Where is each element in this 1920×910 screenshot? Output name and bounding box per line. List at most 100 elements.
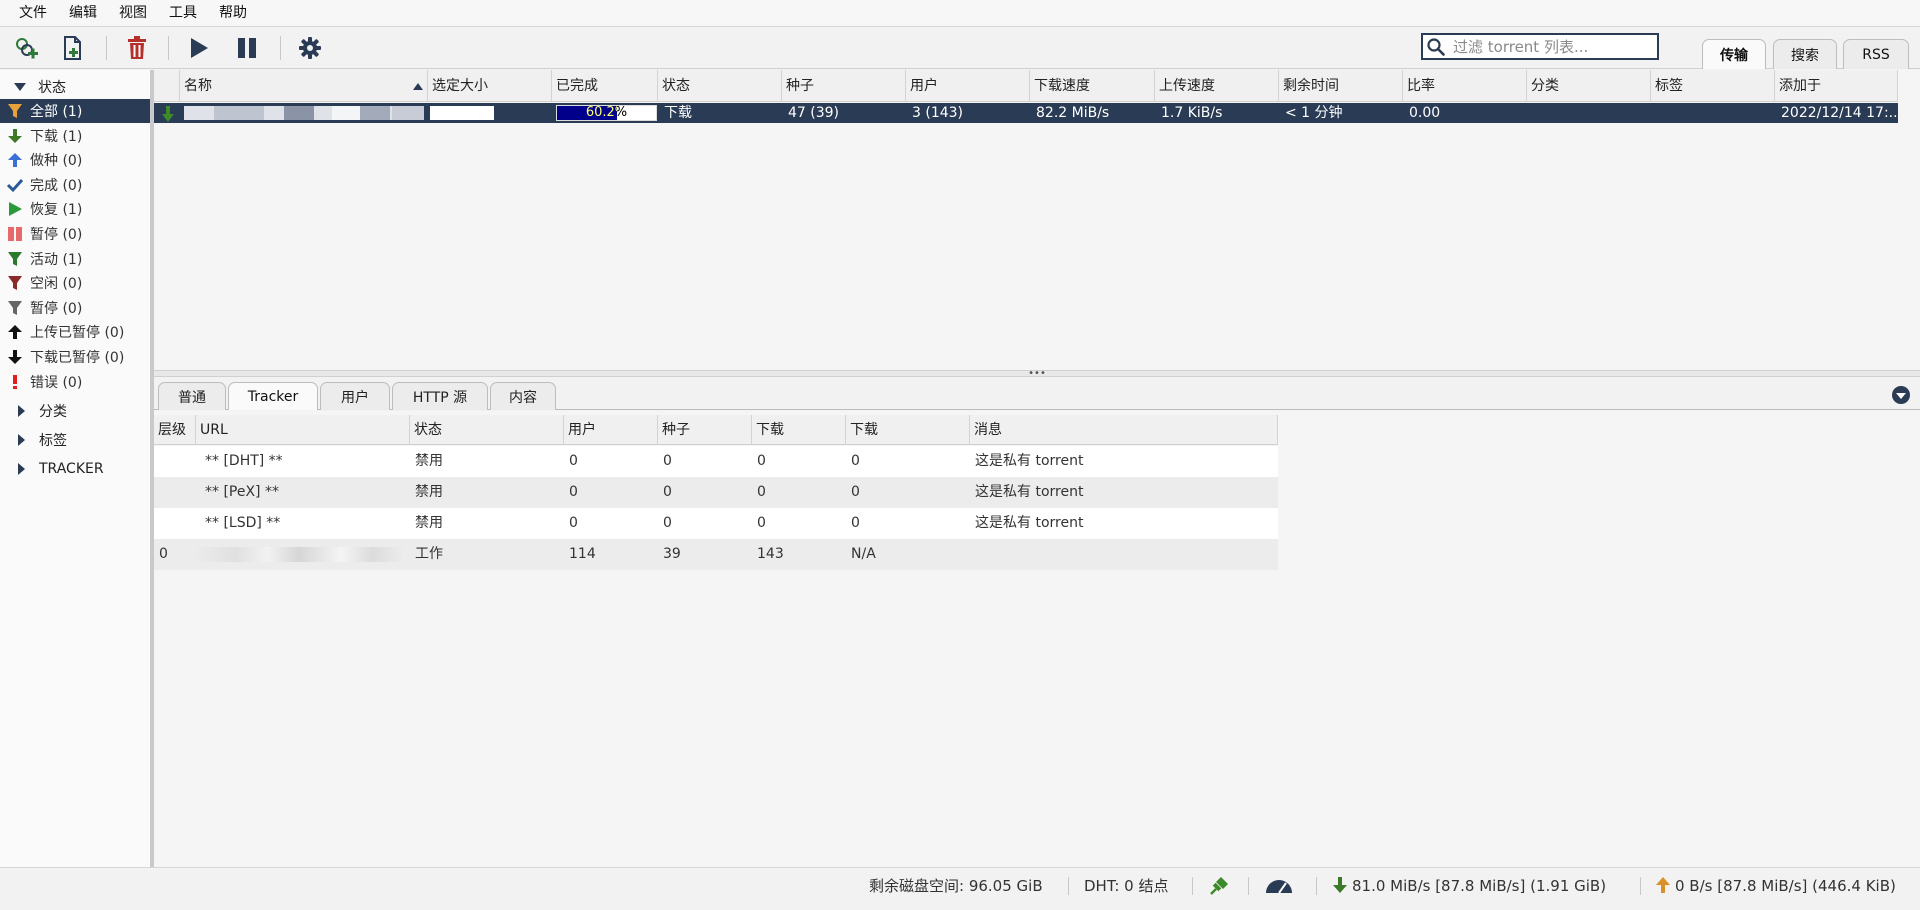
- column-selected-size[interactable]: 选定大小: [428, 70, 552, 102]
- menu-edit[interactable]: 编辑: [58, 0, 108, 27]
- tracker-cell-status: 禁用: [415, 515, 443, 531]
- tracker-cell-downloaded: N/A: [851, 546, 876, 562]
- status-filter-item[interactable]: 空闲 (0): [0, 271, 150, 295]
- connection-status-button[interactable]: [1208, 868, 1230, 904]
- tag-filter-header[interactable]: 标签: [18, 429, 67, 451]
- status-header-label: 状态: [38, 80, 66, 96]
- add-torrent-file-button[interactable]: [58, 33, 88, 63]
- torrent-filter-input[interactable]: [1453, 37, 1653, 56]
- tab-general[interactable]: 普通: [158, 382, 226, 410]
- alt-speed-toggle-button[interactable]: [1264, 868, 1294, 904]
- status-filter-header[interactable]: 状态: [14, 76, 66, 98]
- column-url[interactable]: URL: [196, 415, 410, 445]
- add-torrent-link-button[interactable]: [11, 33, 41, 63]
- torrent-row[interactable]: 60.2% 下载 47 (39) 3 (143) 82.2 MiB/s 1.7 …: [154, 103, 1898, 123]
- menu-view[interactable]: 视图: [108, 0, 158, 27]
- tab-trackers[interactable]: Tracker: [228, 382, 318, 410]
- torrent-download-speed: 82.2 MiB/s: [1036, 105, 1110, 121]
- tab-search[interactable]: 搜索: [1773, 39, 1837, 69]
- status-filter-item[interactable]: 错误 (0): [0, 370, 150, 394]
- menu-tools[interactable]: 工具: [158, 0, 208, 27]
- status-filter-label: 恢复 (1): [30, 202, 83, 219]
- dht-nodes: DHT: 0 结点: [1084, 877, 1169, 895]
- status-filter-item[interactable]: 上传已暂停 (0): [0, 320, 150, 344]
- status-filter-item[interactable]: 下载 (1): [0, 124, 150, 148]
- options-button[interactable]: [295, 33, 325, 63]
- category-filter-header[interactable]: 分类: [18, 400, 67, 422]
- column-tier[interactable]: 层级: [154, 415, 196, 445]
- column-peers[interactable]: 用户: [906, 70, 1030, 102]
- tag-header-label: 标签: [39, 433, 67, 449]
- pause-button[interactable]: [232, 33, 262, 63]
- column-progress[interactable]: 已完成: [552, 70, 658, 102]
- torrent-list: 名称 选定大小 已完成 状态 种子 用户 下载速度 上传速度 剩余时间 比率 分…: [154, 70, 1920, 370]
- tracker-cell-message: 这是私有 torrent: [975, 453, 1084, 469]
- column-added-on[interactable]: 添加于: [1775, 70, 1898, 102]
- tracker-row[interactable]: ** [LSD] ** 禁用 0 0 0 0 这是私有 torrent: [154, 508, 1278, 539]
- tracker-row[interactable]: ** [PeX] ** 禁用 0 0 0 0 这是私有 torrent: [154, 477, 1278, 508]
- trash-icon: [128, 36, 146, 59]
- tracker-cell-tier: [154, 477, 159, 508]
- column-ratio[interactable]: 比率: [1403, 70, 1527, 102]
- down-arrow-icon: [6, 127, 24, 145]
- status-filter-item[interactable]: 暂停 (0): [0, 222, 150, 246]
- properties-tab-bar: 普通 Tracker 用户 HTTP 源 内容: [154, 378, 1920, 410]
- tracker-cell-status: 工作: [415, 546, 443, 562]
- column-eta[interactable]: 剩余时间: [1279, 70, 1403, 102]
- collapse-panel-button[interactable]: [1892, 386, 1910, 404]
- tracker-cell-tier: [154, 508, 159, 539]
- tab-peers[interactable]: 用户: [320, 382, 390, 410]
- column-category[interactable]: 分类: [1527, 70, 1651, 102]
- column-tracker-seeds[interactable]: 种子: [658, 415, 752, 445]
- tab-rss[interactable]: RSS: [1843, 39, 1909, 69]
- status-filter-label: 错误 (0): [30, 374, 83, 391]
- status-filter-label: 完成 (0): [30, 177, 83, 194]
- status-filter-item[interactable]: 做种 (0): [0, 148, 150, 172]
- resume-button[interactable]: [184, 33, 214, 63]
- panel-resize-handle[interactable]: •••: [154, 369, 1920, 379]
- menu-file[interactable]: 文件: [8, 0, 58, 27]
- status-filter-item[interactable]: 全部 (1): [0, 99, 150, 123]
- status-filter-item[interactable]: 恢复 (1): [0, 197, 150, 221]
- add-link-icon: [16, 38, 38, 59]
- status-filter-item[interactable]: 暂停 (0): [0, 296, 150, 320]
- tab-transfers[interactable]: 传输: [1702, 39, 1766, 69]
- column-tracker-peers[interactable]: 用户: [564, 415, 658, 445]
- status-filter-item[interactable]: 完成 (0): [0, 173, 150, 197]
- column-name[interactable]: 名称: [180, 70, 428, 102]
- tab-content[interactable]: 内容: [490, 382, 556, 410]
- tracker-cell-leeches: 0: [757, 484, 766, 500]
- up-arrow-icon: [6, 151, 24, 169]
- column-tags[interactable]: 标签: [1651, 70, 1775, 102]
- tracker-filter-header[interactable]: TRACKER: [18, 458, 104, 480]
- column-tracker-status[interactable]: 状态: [410, 415, 564, 445]
- column-upload-speed[interactable]: 上传速度: [1155, 70, 1279, 102]
- torrent-eta: < 1 分钟: [1285, 105, 1343, 121]
- exclamation-icon: [6, 373, 24, 391]
- tracker-cell-peers: 0: [569, 453, 578, 469]
- status-filter-item[interactable]: 活动 (1): [0, 247, 150, 271]
- tracker-cell-message: 这是私有 torrent: [975, 484, 1084, 500]
- column-seeds[interactable]: 种子: [782, 70, 906, 102]
- column-status[interactable]: 状态: [658, 70, 782, 102]
- plug-icon: [1210, 877, 1228, 895]
- selected-size-redacted: [430, 103, 496, 123]
- torrent-filter-box[interactable]: [1421, 33, 1659, 60]
- tracker-cell-status: 禁用: [415, 484, 443, 500]
- chevron-down-icon: [1896, 393, 1906, 399]
- delete-button[interactable]: [122, 33, 152, 63]
- column-download-speed[interactable]: 下载速度: [1030, 70, 1155, 102]
- column-icon: [154, 70, 180, 102]
- tracker-cell-status: 禁用: [415, 453, 443, 469]
- menu-help[interactable]: 帮助: [208, 0, 258, 27]
- tracker-row[interactable]: 0 工作 114 39 143 N/A: [154, 539, 1278, 570]
- column-tracker-leeches[interactable]: 下载: [752, 415, 846, 445]
- global-upload-rate[interactable]: 0 B/s [87.8 MiB/s] (446.4 KiB): [1655, 868, 1896, 904]
- global-download-rate[interactable]: 81.0 MiB/s [87.8 MiB/s] (1.91 GiB): [1332, 868, 1606, 904]
- column-tracker-downloaded[interactable]: 下载: [846, 415, 970, 445]
- tracker-row[interactable]: ** [DHT] ** 禁用 0 0 0 0 这是私有 torrent: [154, 446, 1278, 477]
- column-tracker-message[interactable]: 消息: [970, 415, 1278, 445]
- tab-http-sources[interactable]: HTTP 源: [392, 382, 488, 410]
- filter-icon: [6, 274, 24, 292]
- status-filter-item[interactable]: 下载已暂停 (0): [0, 345, 150, 369]
